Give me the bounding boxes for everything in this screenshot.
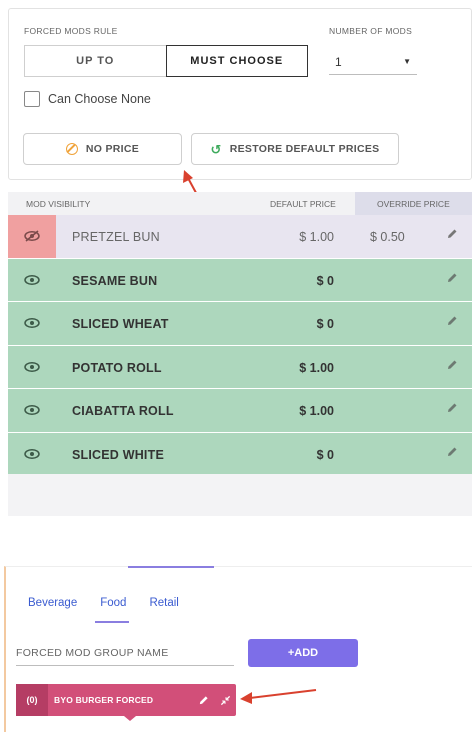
can-choose-none-checkbox[interactable] xyxy=(24,91,40,107)
table-row[interactable]: SLICED WHITE $ 0 xyxy=(8,432,472,476)
add-group-button[interactable]: +ADD xyxy=(248,639,358,667)
no-price-button[interactable]: NO PRICE xyxy=(23,133,182,165)
category-tabs: Beverage Food Retail xyxy=(28,597,179,609)
mod-name: CIABATTA ROLL xyxy=(72,404,174,418)
tab-food[interactable]: Food xyxy=(100,597,126,609)
pencil-icon[interactable] xyxy=(192,695,214,706)
pencil-icon[interactable] xyxy=(446,315,458,330)
visibility-toggle[interactable] xyxy=(8,302,56,345)
chip-pointer xyxy=(124,716,136,721)
default-price: $ 0 xyxy=(316,447,334,462)
eye-icon xyxy=(24,361,40,372)
table-header: MOD VISIBILITY DEFAULT PRICE OVERRIDE PR… xyxy=(8,192,472,215)
mod-name: POTATO ROLL xyxy=(72,360,162,375)
tab-retail[interactable]: Retail xyxy=(149,597,178,609)
can-choose-none-row: Can Choose None xyxy=(24,91,151,107)
mod-name: SLICED WHITE xyxy=(72,447,164,462)
panel-top-indicator xyxy=(128,566,214,568)
pencil-icon[interactable] xyxy=(446,402,458,417)
default-price: $ 1.00 xyxy=(299,360,334,375)
active-tab-underline xyxy=(95,621,129,623)
up-to-button[interactable]: UP TO xyxy=(24,45,166,77)
visibility-toggle[interactable] xyxy=(8,215,56,258)
restore-default-prices-button[interactable]: ↺ RESTORE DEFAULT PRICES xyxy=(191,133,399,165)
default-price: $ 1.00 xyxy=(299,404,334,418)
visibility-toggle[interactable] xyxy=(8,433,56,476)
must-choose-button[interactable]: MUST CHOOSE xyxy=(165,45,308,77)
mod-name: SESAME BUN xyxy=(72,273,158,288)
table-row[interactable]: PRETZEL BUN $ 1.00 $ 0.50 xyxy=(8,215,472,259)
pencil-icon[interactable] xyxy=(446,228,458,243)
number-of-mods-label: NUMBER OF MODS xyxy=(329,26,413,36)
collapse-icon[interactable] xyxy=(214,695,236,706)
table-row[interactable]: SLICED WHEAT $ 0 xyxy=(8,302,472,346)
pencil-icon[interactable] xyxy=(446,446,458,461)
mod-visibility-header: MOD VISIBILITY xyxy=(26,199,91,209)
no-price-icon xyxy=(65,143,78,155)
eye-icon xyxy=(24,318,40,329)
eye-icon xyxy=(24,448,40,459)
eye-icon xyxy=(24,274,40,285)
annotation-arrow-icon xyxy=(240,689,317,704)
default-price: $ 1.00 xyxy=(299,230,334,244)
default-price: $ 0 xyxy=(316,273,334,288)
forced-mods-rule-label: FORCED MODS RULE xyxy=(24,26,118,36)
table-footer-space xyxy=(8,474,472,516)
mod-name: SLICED WHEAT xyxy=(72,317,169,331)
can-choose-none-label: Can Choose None xyxy=(48,92,151,106)
visibility-toggle[interactable] xyxy=(8,389,56,432)
tab-beverage[interactable]: Beverage xyxy=(28,597,77,609)
pencil-icon[interactable] xyxy=(446,359,458,374)
pencil-icon[interactable] xyxy=(446,272,458,287)
group-mod-count: (0) xyxy=(16,684,48,716)
override-price[interactable]: $ 0.50 xyxy=(370,230,405,244)
table-row[interactable]: SESAME BUN $ 0 xyxy=(8,258,472,302)
mod-name: PRETZEL BUN xyxy=(72,230,160,244)
number-of-mods-value: 1 xyxy=(335,54,342,69)
forced-mod-group-chip[interactable]: (0) BYO BURGER FORCED xyxy=(16,684,236,716)
forced-mods-settings-panel: FORCED MODS RULE UP TO MUST CHOOSE NUMBE… xyxy=(8,8,472,180)
default-price-header: DEFAULT PRICE xyxy=(270,199,336,209)
caret-down-icon: ▼ xyxy=(403,57,411,66)
no-price-label: NO PRICE xyxy=(85,143,140,155)
group-name: BYO BURGER FORCED xyxy=(54,695,154,705)
table-row[interactable]: CIABATTA ROLL $ 1.00 xyxy=(8,389,472,433)
eye-icon xyxy=(24,405,40,416)
override-price-header: OVERRIDE PRICE xyxy=(377,199,450,209)
forced-mod-group-name-input[interactable]: FORCED MOD GROUP NAME xyxy=(16,641,234,666)
restore-icon: ↺ xyxy=(210,141,222,157)
mods-table: MOD VISIBILITY DEFAULT PRICE OVERRIDE PR… xyxy=(8,192,472,476)
eye-slash-icon xyxy=(24,230,40,242)
table-row[interactable]: POTATO ROLL $ 1.00 xyxy=(8,345,472,389)
number-of-mods-select[interactable]: 1 ▼ xyxy=(329,49,417,75)
default-price: $ 0 xyxy=(316,317,334,331)
visibility-toggle[interactable] xyxy=(8,259,56,302)
forced-mods-rule-toggle: UP TO MUST CHOOSE xyxy=(24,45,308,77)
visibility-toggle[interactable] xyxy=(8,346,56,389)
restore-default-prices-label: RESTORE DEFAULT PRICES xyxy=(229,143,380,155)
